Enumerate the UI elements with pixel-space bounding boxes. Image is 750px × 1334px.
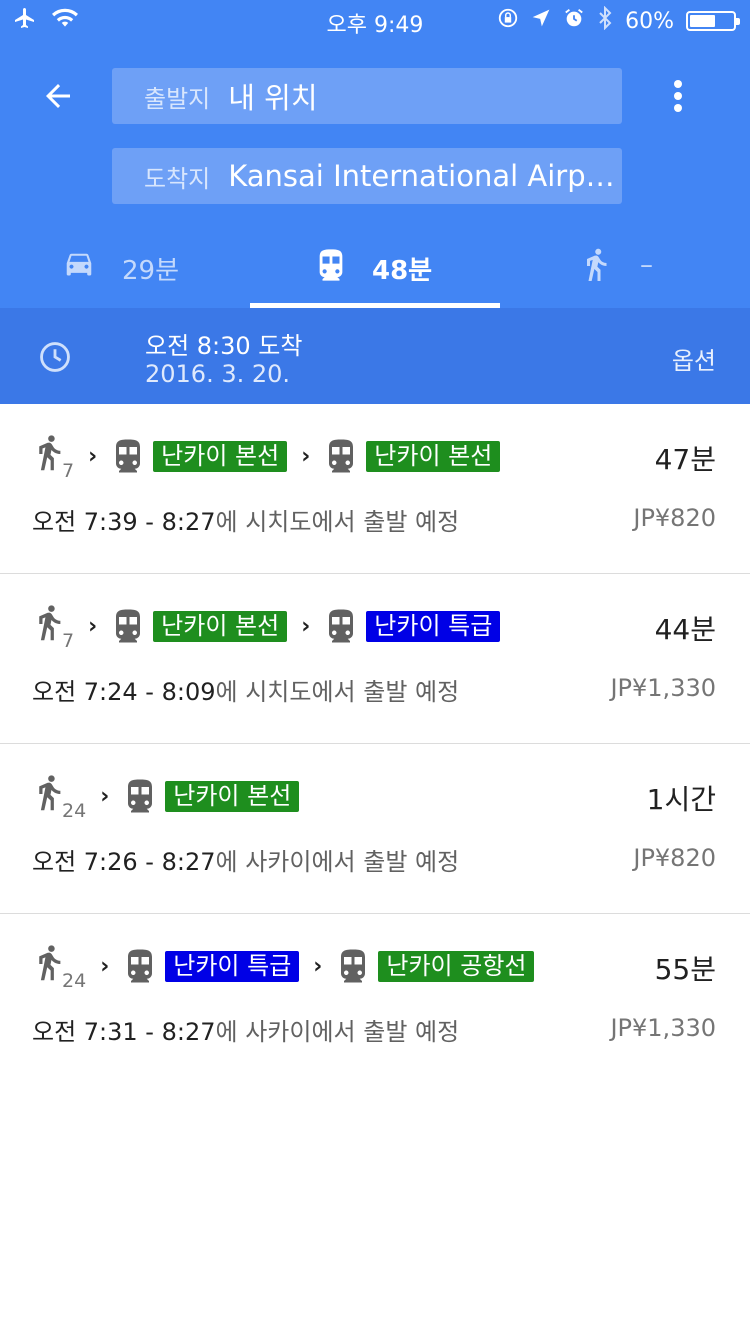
- battery-percent: 60%: [625, 8, 674, 34]
- app-header: 오후 9:49 60% 출발지 내 위치 도착지 Kansai Internat…: [0, 0, 750, 308]
- transit-line-badge: 난카이 특급: [366, 610, 501, 642]
- train-icon: [125, 778, 155, 814]
- train-icon: [316, 248, 346, 286]
- back-arrow-icon: [46, 84, 70, 108]
- drive-duration: 29분: [122, 256, 180, 286]
- status-bar: 오후 9:49 60%: [0, 0, 750, 40]
- destination-field[interactable]: 도착지 Kansai International Airport: [112, 148, 622, 204]
- origin-value: 내 위치: [228, 81, 318, 115]
- route-times: 오전 7:26 - 8:27: [32, 848, 216, 876]
- route-times: 오전 7:39 - 8:27: [32, 508, 216, 536]
- route-list: 7 › 난카이 본선 › 난카이 본선 47분 오전 7:39 - 8:27에 시치도에서 …: [0, 404, 750, 1084]
- chevron-right-icon: ›: [100, 953, 110, 979]
- transit-line-badge: 난카이 본선: [165, 780, 300, 812]
- walk-icon: [36, 434, 62, 478]
- tab-walk[interactable]: –: [500, 226, 750, 308]
- chevron-right-icon: ›: [313, 953, 323, 979]
- route-times: 오전 7:31 - 8:27: [32, 1018, 216, 1046]
- route-duration: 1시간: [646, 783, 716, 816]
- route-departure-station: 에 사카이에서 출발 예정: [215, 848, 460, 876]
- destination-label: 도착지: [144, 164, 211, 193]
- walk-icon: [584, 248, 608, 288]
- car-icon: [62, 251, 96, 285]
- route-steps: 7 › 난카이 본선 › 난카이 본선: [36, 434, 501, 482]
- route-times: 오전 7:24 - 8:09: [32, 678, 216, 706]
- walk-step: 24: [36, 944, 86, 992]
- tab-transit[interactable]: 48분: [250, 226, 500, 308]
- walk-icon: [36, 944, 62, 988]
- route-steps: 7 › 난카이 본선 › 난카이 특급: [36, 604, 501, 652]
- route-steps: 24 › 난카이 본선: [36, 774, 300, 822]
- chevron-right-icon: ›: [88, 613, 98, 639]
- route-fare: JP¥820: [633, 844, 716, 872]
- train-icon: [113, 608, 143, 644]
- route-steps: 24 › 난카이 특급 › 난카이 공항선: [36, 944, 535, 992]
- walk-icon: [36, 774, 62, 818]
- route-departure-station: 에 사카이에서 출발 예정: [215, 1018, 460, 1046]
- chevron-right-icon: ›: [100, 783, 110, 809]
- train-icon: [125, 948, 155, 984]
- chevron-right-icon: ›: [301, 443, 311, 469]
- route-departure-station: 에 시치도에서 출발 예정: [215, 678, 460, 706]
- departure-time-bar[interactable]: 오전 8:30 도착 2016. 3. 20. 옵션: [0, 308, 750, 404]
- train-icon: [326, 438, 356, 474]
- route-duration: 44분: [654, 613, 716, 646]
- walk-step: 24: [36, 774, 86, 822]
- origin-field[interactable]: 출발지 내 위치: [112, 68, 622, 124]
- route-schedule: 오전 7:31 - 8:27에 사카이에서 출발 예정: [32, 1012, 459, 1047]
- route-duration: 47분: [654, 443, 716, 476]
- walk-minutes: 7: [62, 630, 75, 652]
- more-options-button[interactable]: [656, 74, 700, 118]
- walk-minutes: 24: [62, 800, 87, 822]
- more-vert-icon: [674, 80, 682, 112]
- tab-drive[interactable]: 29분: [0, 226, 250, 308]
- battery-icon: [686, 11, 740, 31]
- route-option[interactable]: 7 › 난카이 본선 › 난카이 본선 47분오전 7:39 - 8:27에 시치도에서 …: [0, 404, 750, 574]
- train-icon: [326, 608, 356, 644]
- travel-date: 2016. 3. 20.: [145, 360, 291, 388]
- transit-line-badge: 난카이 본선: [366, 440, 501, 472]
- transit-line-badge: 난카이 특급: [165, 950, 300, 982]
- clock-icon: [38, 340, 72, 378]
- origin-label: 출발지: [144, 84, 211, 113]
- rotation-lock-icon: [497, 7, 519, 35]
- route-fare: JP¥1,330: [610, 1014, 716, 1042]
- back-button[interactable]: [36, 74, 80, 118]
- walk-step: 7: [36, 604, 74, 652]
- train-icon: [113, 438, 143, 474]
- walk-step: 7: [36, 434, 74, 482]
- walk-minutes: 24: [62, 970, 87, 992]
- route-fare: JP¥1,330: [610, 674, 716, 702]
- transit-line-badge: 난카이 공항선: [378, 950, 535, 982]
- route-fare: JP¥820: [633, 504, 716, 532]
- arrival-time: 오전 8:30 도착: [145, 332, 303, 360]
- train-icon: [338, 948, 368, 984]
- walk-minutes: 7: [62, 460, 75, 482]
- transit-line-badge: 난카이 본선: [153, 440, 288, 472]
- chevron-right-icon: ›: [301, 613, 311, 639]
- route-option[interactable]: 24 › 난카이 본선 1시간오전 7:26 - 8:27에 사카이에서 출발 예정 J…: [0, 744, 750, 914]
- transit-duration: 48분: [372, 256, 433, 286]
- route-schedule: 오전 7:39 - 8:27에 시치도에서 출발 예정: [32, 502, 459, 537]
- location-arrow-icon: [531, 8, 551, 34]
- travel-mode-tabs: 29분 48분 –: [0, 226, 750, 308]
- alarm-icon: [563, 7, 585, 35]
- route-schedule: 오전 7:26 - 8:27에 사카이에서 출발 예정: [32, 842, 459, 877]
- walk-icon: [36, 604, 62, 648]
- transit-line-badge: 난카이 본선: [153, 610, 288, 642]
- bluetooth-icon: [597, 5, 613, 36]
- chevron-right-icon: ›: [88, 443, 98, 469]
- destination-value: Kansai International Airport: [228, 159, 622, 193]
- route-departure-station: 에 시치도에서 출발 예정: [215, 508, 460, 536]
- route-option[interactable]: 7 › 난카이 본선 › 난카이 특급 44분오전 7:24 - 8:09에 시치도에서 …: [0, 574, 750, 744]
- options-button[interactable]: 옵션: [672, 341, 716, 376]
- route-duration: 55분: [654, 953, 716, 986]
- route-option[interactable]: 24 › 난카이 특급 › 난카이 공항선 55분오전 7:31 - 8:27에 사카이에…: [0, 914, 750, 1084]
- route-schedule: 오전 7:24 - 8:09에 시치도에서 출발 예정: [32, 672, 459, 707]
- walk-duration: –: [640, 250, 653, 280]
